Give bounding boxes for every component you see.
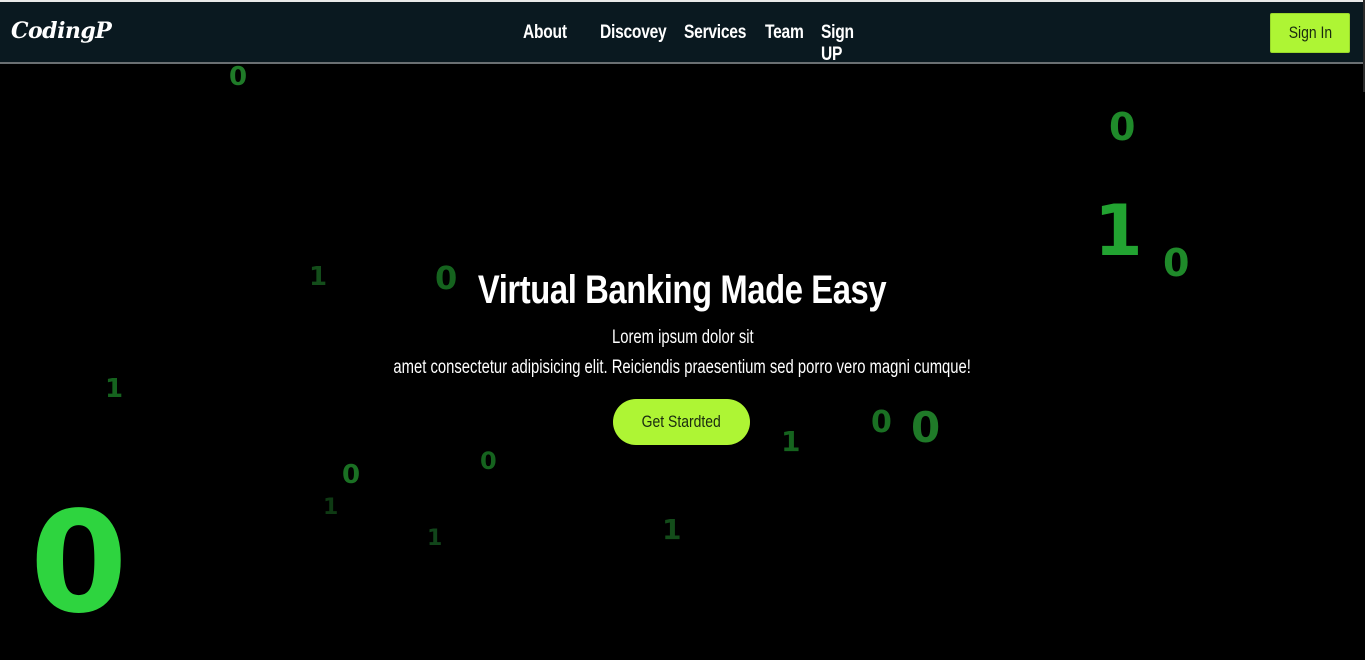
logo-link[interactable]: CodingP (11, 18, 112, 44)
get-started-button[interactable]: Get Stardted (613, 399, 750, 445)
nav-item-sign-up: Sign UP (821, 22, 883, 66)
hero-title: Virtual Banking Made Easy (0, 268, 1365, 313)
navbar: CodingP About Discovey Services Team Sig… (0, 0, 1363, 66)
nav-item-about: About (523, 22, 584, 66)
hero-section: Virtual Banking Made Easy Lorem ipsum do… (0, 0, 1365, 660)
nav-link-sign-up[interactable]: Sign UP (821, 22, 872, 66)
nav-item-team: Team (765, 22, 805, 66)
nav-links: About Discovey Services Team Sign UP (523, 22, 883, 66)
nav-link-team[interactable]: Team (765, 22, 804, 44)
hero-subtitle-line-2-text: amet consectetur adipisicing elit. Reici… (393, 357, 972, 378)
page: 0 0 1 0 1 0 1 0 0 1 0 0 1 1 1 0 CodingP … (0, 0, 1365, 660)
hero-subtitle-line-2: amet consectetur adipisicing elit. Reici… (0, 357, 1365, 379)
nav-item-services: Services (684, 22, 749, 66)
hero-title-text: Virtual Banking Made Easy (478, 268, 887, 312)
hero-subtitle-line-1-text: Lorem ipsum dolor sit (611, 327, 754, 348)
sign-in-button[interactable]: Sign In (1270, 13, 1350, 53)
get-started-label: Get Stardted (641, 412, 722, 431)
nav-link-services[interactable]: Services (684, 22, 746, 44)
sign-in-label: Sign In (1288, 23, 1332, 42)
nav-link-discovey[interactable]: Discovey (600, 22, 667, 44)
nav-link-about[interactable]: About (523, 22, 567, 44)
nav-item-discovey: Discovey (600, 22, 668, 66)
hero-subtitle-line-1: Lorem ipsum dolor sit (0, 327, 1365, 349)
